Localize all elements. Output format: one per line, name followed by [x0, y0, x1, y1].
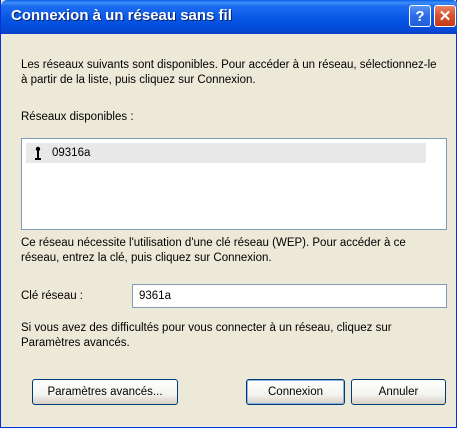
wireless-antenna-icon — [35, 146, 41, 160]
intro-text: Les réseaux suivants sont disponibles. P… — [21, 59, 437, 86]
network-key-input[interactable]: 9361a — [132, 284, 447, 308]
window-title: Connexion à un réseau sans fil — [11, 7, 232, 24]
title-bar[interactable]: Connexion à un réseau sans fil ? ✕ — [1, 0, 457, 34]
help-icon[interactable]: ? — [409, 5, 431, 27]
network-key-label: Clé réseau : — [21, 290, 84, 302]
list-item-network[interactable]: 09316a — [26, 143, 426, 163]
close-icon[interactable]: ✕ — [434, 5, 456, 27]
networks-list[interactable]: 09316a — [21, 138, 447, 230]
available-networks-label: Réseaux disponibles : — [21, 111, 134, 123]
wireless-connection-dialog: Connexion à un réseau sans fil ? ✕ Les r… — [0, 0, 457, 428]
connect-button[interactable]: Connexion — [246, 379, 345, 405]
advanced-settings-button[interactable]: Paramètres avancés... — [32, 379, 178, 405]
troubleshoot-text: Si vous avez des difficultés pour vous c… — [21, 322, 392, 349]
cancel-button[interactable]: Annuler — [351, 379, 446, 405]
wep-instruction-text: Ce réseau nécessite l'utilisation d'une … — [21, 237, 406, 264]
network-name: 09316a — [52, 147, 91, 159]
